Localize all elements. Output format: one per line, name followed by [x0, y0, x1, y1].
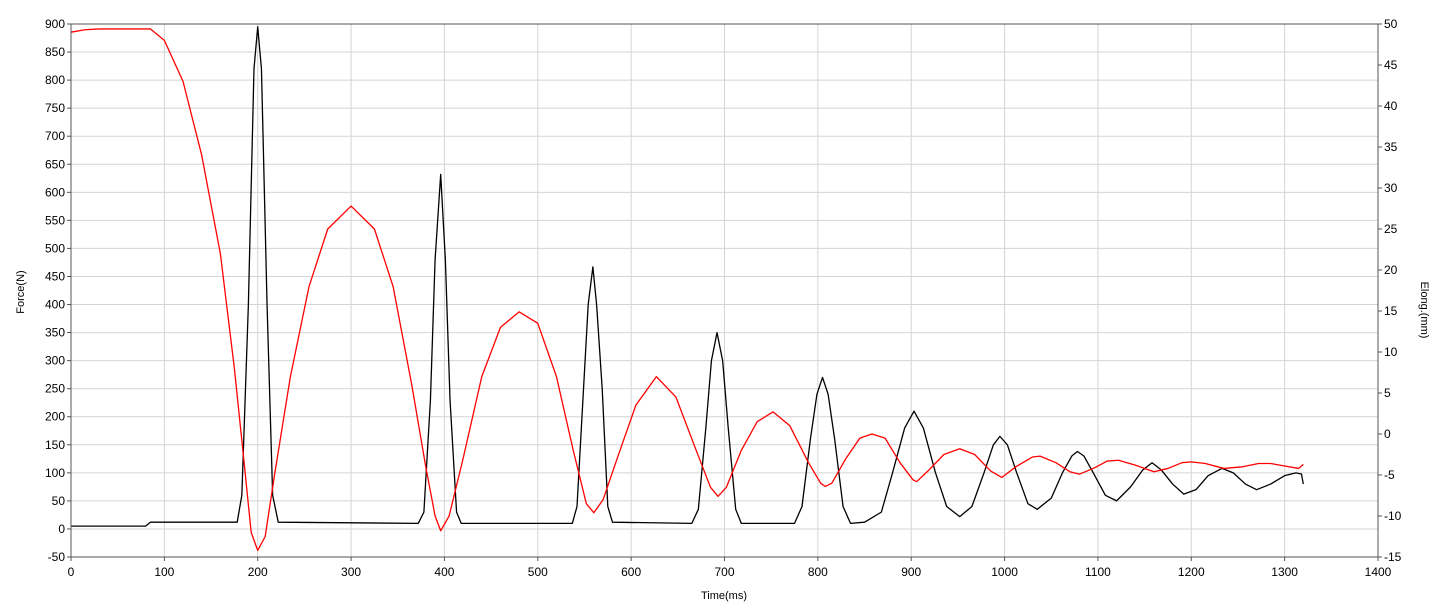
y-tick-label: 700	[45, 129, 65, 143]
x-tick-label: 100	[154, 565, 174, 579]
x-tick-label: 1400	[1365, 565, 1392, 579]
x-tick-label: 600	[621, 565, 641, 579]
y-tick-label: 450	[45, 269, 65, 283]
y-tick-label: 500	[45, 241, 65, 255]
y2-tick-label: 0	[1384, 427, 1391, 441]
left-y-axis-label: Force(N)	[15, 270, 27, 313]
x-tick-label: 900	[901, 565, 921, 579]
y2-tick-label: 30	[1384, 181, 1398, 195]
x-tick-label: 700	[714, 565, 734, 579]
x-tick-label: 300	[341, 565, 361, 579]
x-tick-label: 1100	[1085, 565, 1111, 579]
y-tick-label: 800	[45, 73, 65, 87]
chart-container: 0 100 200 300 400 500 600 700 800 900 1000 1100 1200…	[0, 0, 1445, 608]
x-axis-label: Time(ms)	[701, 590, 747, 602]
y-tick-label: 750	[45, 101, 65, 115]
y2-tick-label: -10	[1384, 509, 1402, 523]
y2-tick-label: 35	[1384, 140, 1398, 154]
y-tick-label: 600	[45, 185, 65, 199]
y2-tick-label: 50	[1384, 17, 1398, 31]
y-tick-label: 300	[45, 354, 65, 368]
y2-tick-label: -15	[1384, 550, 1402, 564]
y-tick-label: 900	[45, 17, 65, 31]
x-tick-label: 1300	[1271, 565, 1298, 579]
y2-tick-label: 20	[1384, 263, 1398, 277]
force-elongation-chart: 0 100 200 300 400 500 600 700 800 900 1000 1100 1200…	[15, 17, 1430, 602]
y-tick-label: 200	[45, 410, 65, 424]
y2-tick-label: 25	[1384, 222, 1398, 236]
y-tick-label: 850	[45, 45, 65, 59]
y-tick-label: 550	[45, 213, 65, 227]
y2-tick-label: 40	[1384, 99, 1398, 113]
x-tick-label: 1000	[991, 565, 1018, 579]
y2-tick-label: 10	[1384, 345, 1398, 359]
y-tick-label: 650	[45, 157, 65, 171]
y-tick-label: 400	[45, 298, 65, 312]
y2-tick-label: -5	[1384, 468, 1395, 482]
y2-tick-label: 45	[1384, 58, 1398, 72]
right-y-axis-label: Elong.(mm)	[1418, 282, 1430, 339]
x-tick-label: 500	[528, 565, 548, 579]
y2-tick-label: 5	[1384, 386, 1391, 400]
x-tick-label: 800	[808, 565, 828, 579]
x-tick-label: 1200	[1178, 565, 1205, 579]
y-tick-label: 100	[45, 466, 65, 480]
y-tick-label: 150	[45, 438, 65, 452]
y-tick-label: 350	[45, 326, 65, 340]
y-tick-label: 0	[58, 522, 65, 536]
y-tick-label: 50	[52, 494, 66, 508]
y-tick-label: -50	[48, 550, 66, 564]
x-tick-label: 200	[248, 565, 268, 579]
y-tick-label: 250	[45, 382, 65, 396]
x-tick-label: 0	[68, 565, 75, 579]
y2-tick-label: 15	[1384, 304, 1398, 318]
x-tick-label: 400	[434, 565, 454, 579]
